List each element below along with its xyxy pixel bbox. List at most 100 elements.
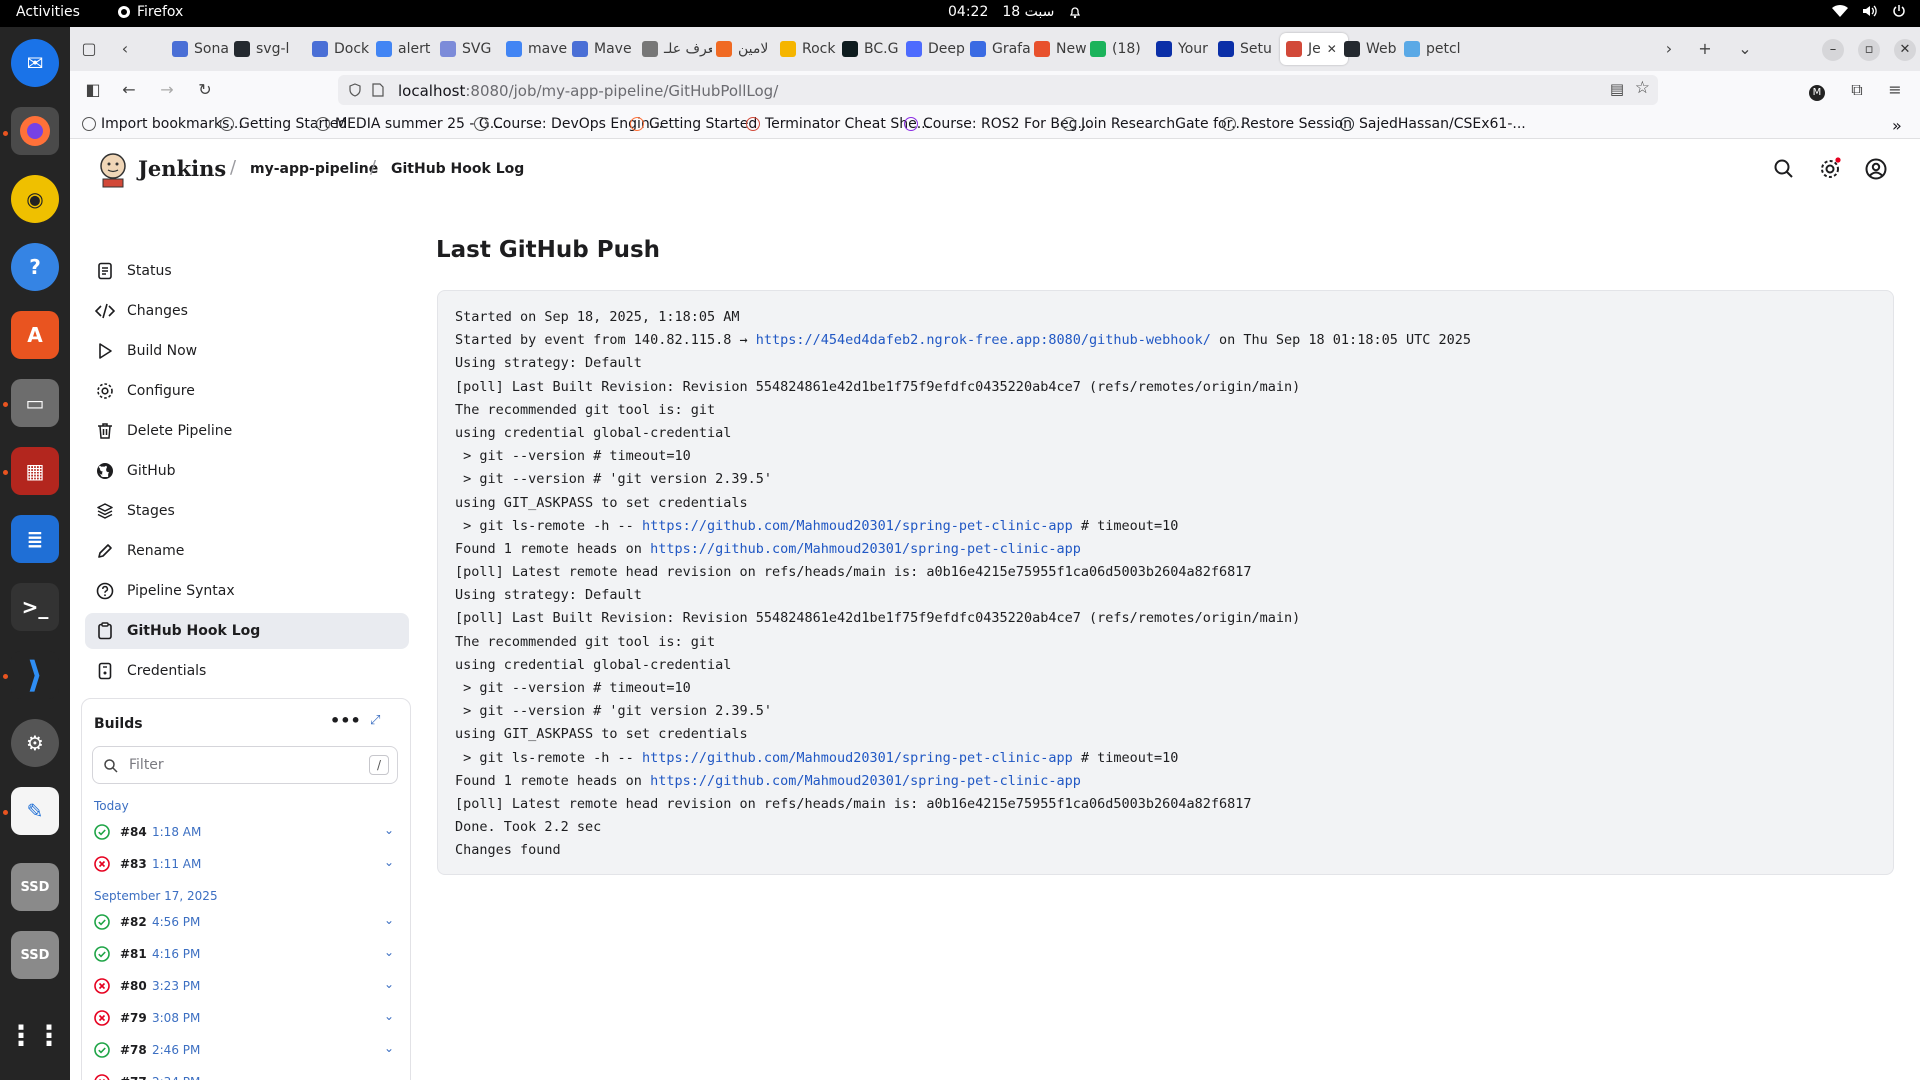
- build-row[interactable]: #82 4:56 PM ⌄: [94, 909, 398, 935]
- back-icon[interactable]: ←: [118, 79, 140, 101]
- sidebar-item-status[interactable]: Status: [85, 253, 409, 289]
- bookmark-item[interactable]: Import bookmarks...: [82, 116, 243, 132]
- writer-icon[interactable]: ≣: [11, 515, 59, 563]
- chevron-down-icon[interactable]: ⌄: [384, 977, 394, 991]
- log-link[interactable]: https://github.com/Mahmoud20301/spring-p…: [642, 518, 1073, 534]
- sidebar-toggle-icon[interactable]: ◧: [82, 79, 104, 101]
- page-icon[interactable]: [372, 83, 384, 97]
- terminal-icon[interactable]: >_: [11, 583, 59, 631]
- sidebar-item-pipeline-syntax[interactable]: Pipeline Syntax: [85, 573, 409, 609]
- terminator-icon[interactable]: ▦: [11, 447, 59, 495]
- build-time[interactable]: 3:23 PM: [152, 979, 200, 993]
- extensions-icon[interactable]: ⧉: [1846, 79, 1868, 101]
- sidebar-item-changes[interactable]: Changes: [85, 293, 409, 329]
- log-link[interactable]: https://github.com/Mahmoud20301/spring-p…: [642, 750, 1073, 766]
- tab-overview-icon[interactable]: ▢: [78, 38, 100, 60]
- build-number[interactable]: #84: [120, 825, 152, 839]
- browser-tab[interactable]: Dock: [312, 33, 372, 65]
- build-number[interactable]: #82: [120, 915, 152, 929]
- scroll-tabs-right-icon[interactable]: ›: [1658, 38, 1680, 60]
- browser-tab[interactable]: Grafa: [970, 33, 1030, 65]
- chevron-down-icon[interactable]: ⌄: [384, 855, 394, 869]
- user-avatar-icon[interactable]: [1864, 157, 1888, 181]
- system-tray[interactable]: [1832, 4, 1906, 18]
- browser-tab[interactable]: لامين: [716, 33, 776, 65]
- browser-tab[interactable]: svg-l: [234, 33, 306, 65]
- build-number[interactable]: #78: [120, 1043, 152, 1057]
- search-icon[interactable]: [1772, 157, 1796, 181]
- sidebar-item-build-now[interactable]: Build Now: [85, 333, 409, 369]
- build-row[interactable]: #79 3:08 PM ⌄: [94, 1005, 398, 1031]
- log-link[interactable]: https://github.com/Mahmoud20301/spring-p…: [650, 541, 1081, 557]
- browser-tab[interactable]: تعرف علـ: [642, 33, 712, 65]
- browser-tab[interactable]: Setu: [1218, 33, 1276, 65]
- restore-icon[interactable]: ▫: [1858, 39, 1880, 61]
- bookmark-item[interactable]: Terminator Cheat She...: [746, 116, 930, 132]
- scroll-tabs-left-icon[interactable]: ‹: [114, 38, 136, 60]
- chevron-down-icon[interactable]: ⌄: [384, 1073, 394, 1080]
- bookmark-item[interactable]: Join ResearchGate for...: [1062, 116, 1244, 132]
- rhythmbox-icon[interactable]: ◉: [11, 175, 59, 223]
- browser-tab[interactable]: Sona: [172, 33, 242, 65]
- menu-icon[interactable]: ≡: [1884, 79, 1906, 101]
- url-text[interactable]: localhost:8080/job/my-app-pipeline/GitHu…: [398, 82, 778, 100]
- shield-icon[interactable]: [348, 83, 362, 97]
- clock[interactable]: 04:22 18 سبت: [948, 4, 1082, 20]
- browser-tab[interactable]: BC.G: [842, 33, 900, 65]
- close-tab-icon[interactable]: ✕: [1327, 42, 1337, 56]
- reader-view-icon[interactable]: ▤: [1610, 80, 1624, 98]
- sidebar-item-stages[interactable]: Stages: [85, 493, 409, 529]
- breadcrumb-current[interactable]: GitHub Hook Log: [391, 161, 524, 177]
- build-number[interactable]: #77: [120, 1075, 152, 1080]
- browser-tab[interactable]: mave: [506, 33, 568, 65]
- app-menu[interactable]: Firefox: [117, 4, 183, 20]
- files-icon[interactable]: ▭: [11, 379, 59, 427]
- build-row[interactable]: #83 1:11 AM ⌄: [94, 851, 398, 877]
- build-time[interactable]: 2:46 PM: [152, 1043, 200, 1057]
- help-dock-icon[interactable]: ?: [11, 243, 59, 291]
- browser-tab[interactable]: (18): [1090, 33, 1160, 65]
- sidebar-item-github[interactable]: GitHub: [85, 453, 409, 489]
- build-row[interactable]: #772:34 PM ⌄: [94, 1069, 398, 1080]
- url-bar[interactable]: localhost:8080/job/my-app-pipeline/GitHu…: [338, 75, 1658, 105]
- build-row[interactable]: #78 2:46 PM ⌄: [94, 1037, 398, 1063]
- thunderbird-icon[interactable]: ✉: [11, 39, 59, 87]
- build-row[interactable]: #84 1:18 AM ⌄: [94, 819, 398, 845]
- log-link[interactable]: https://454ed4dafeb2.ngrok-free.app:8080…: [756, 332, 1211, 348]
- sidebar-item-rename[interactable]: Rename: [85, 533, 409, 569]
- build-number[interactable]: #79: [120, 1011, 152, 1025]
- browser-tab[interactable]: Web: [1344, 33, 1402, 65]
- close-window-icon[interactable]: ✕: [1894, 39, 1916, 61]
- sidebar-item-configure[interactable]: Configure: [85, 373, 409, 409]
- build-time[interactable]: 4:16 PM: [152, 947, 200, 961]
- build-number[interactable]: #83: [120, 857, 152, 871]
- tab-active[interactable]: Je ✕: [1280, 33, 1348, 65]
- bookmarks-overflow-icon[interactable]: »: [1892, 116, 1902, 135]
- firefox-dock-icon[interactable]: [11, 107, 59, 155]
- browser-tab[interactable]: Your: [1156, 33, 1216, 65]
- browser-tab[interactable]: New: [1034, 33, 1090, 65]
- browser-tab[interactable]: alert: [376, 33, 434, 65]
- app-center-icon[interactable]: A: [11, 311, 59, 359]
- browser-tab[interactable]: Deep: [906, 33, 968, 65]
- build-time[interactable]: 1:11 AM: [152, 857, 201, 871]
- jenkins-brand[interactable]: Jenkins: [138, 156, 226, 181]
- minimize-icon[interactable]: –: [1822, 39, 1844, 61]
- ssd-drive-icon[interactable]: SSD: [11, 931, 59, 979]
- account-icon[interactable]: M: [1806, 79, 1828, 101]
- text-editor-icon[interactable]: ✎: [11, 787, 59, 835]
- browser-tab[interactable]: petcl: [1404, 33, 1464, 65]
- bookmark-item[interactable]: Restore Session: [1222, 116, 1352, 132]
- chevron-down-icon[interactable]: ⌄: [384, 823, 394, 837]
- breadcrumb-job[interactable]: my-app-pipeline: [250, 161, 378, 177]
- settings-dock-icon[interactable]: ⚙: [11, 719, 59, 767]
- build-row[interactable]: #81 4:16 PM ⌄: [94, 941, 398, 967]
- chevron-down-icon[interactable]: ⌄: [384, 1041, 394, 1055]
- browser-tab[interactable]: SVG: [440, 33, 502, 65]
- list-tabs-icon[interactable]: ⌄: [1734, 38, 1756, 60]
- activities-button[interactable]: Activities: [16, 4, 80, 20]
- build-number[interactable]: #81: [120, 947, 152, 961]
- new-tab-icon[interactable]: +: [1694, 38, 1716, 60]
- build-row[interactable]: #80 3:23 PM ⌄: [94, 973, 398, 999]
- sidebar-item-github-hook-log[interactable]: GitHub Hook Log: [85, 613, 409, 649]
